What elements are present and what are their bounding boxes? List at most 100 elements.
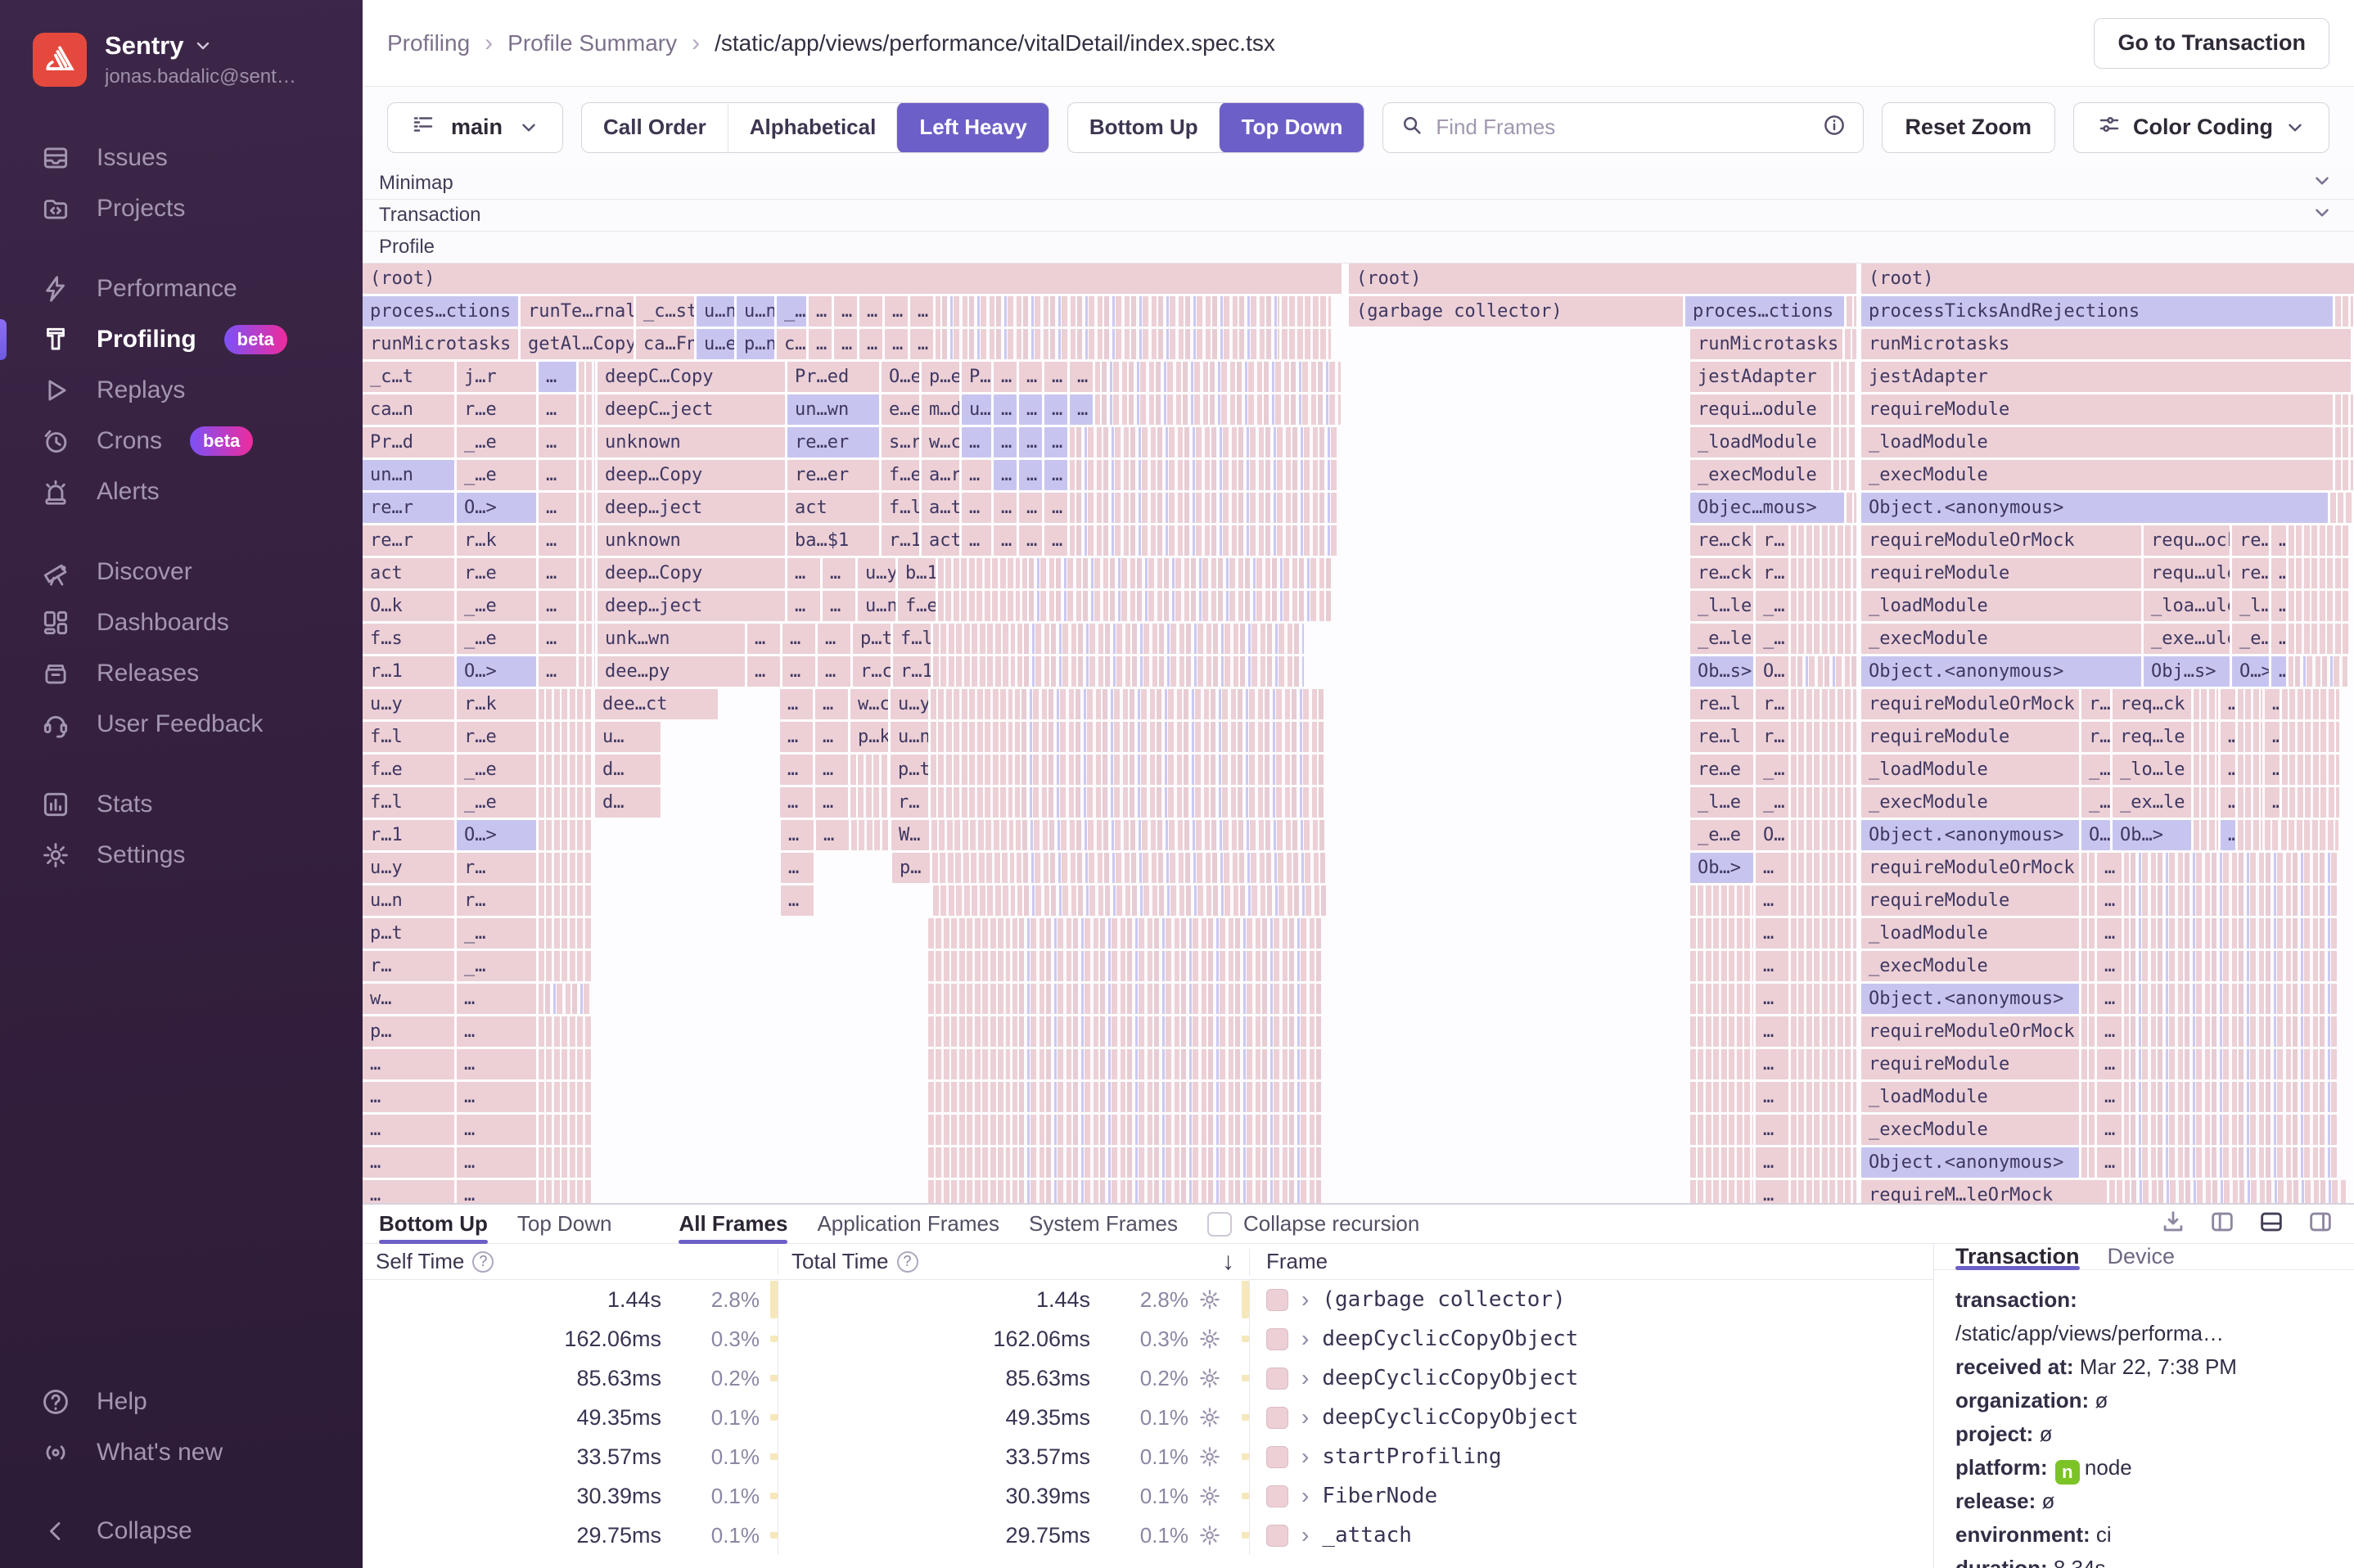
flame-frame[interactable]: … xyxy=(539,525,576,556)
flame-frame[interactable]: … xyxy=(2221,787,2235,818)
sidebar-item-releases[interactable]: Releases xyxy=(0,648,363,699)
flame-slivers[interactable] xyxy=(1016,820,1327,850)
flame-slivers[interactable] xyxy=(1070,493,1340,523)
flame-frame[interactable]: … xyxy=(457,1082,536,1112)
flame-frame[interactable]: _execModule xyxy=(1861,1115,2079,1145)
flame-slivers[interactable] xyxy=(2081,1115,2095,1145)
flame-frame[interactable]: requireModuleOrMock xyxy=(1861,853,2079,883)
flame-frame[interactable]: _c…st xyxy=(636,296,694,327)
flame-frame[interactable]: _loadModule xyxy=(1861,591,2141,621)
flame-frame[interactable]: … xyxy=(1044,362,1067,392)
flame-frame[interactable]: … xyxy=(2265,722,2280,752)
flame-slivers[interactable] xyxy=(1833,460,1856,490)
flame-slivers[interactable] xyxy=(2081,951,2095,981)
tab-top-down[interactable]: Top Down xyxy=(517,1205,612,1243)
flame-frame[interactable]: … xyxy=(815,787,848,818)
flame-slivers[interactable] xyxy=(1012,1016,1324,1047)
flame-frame[interactable]: w…c xyxy=(850,689,888,719)
flame-slivers[interactable] xyxy=(1791,1082,1856,1112)
flame-slivers[interactable] xyxy=(2194,722,2218,752)
flame-slivers[interactable] xyxy=(928,1049,1010,1079)
flame-frame[interactable]: … xyxy=(1756,1115,1788,1145)
flame-slivers[interactable] xyxy=(539,689,593,719)
flame-slivers[interactable] xyxy=(931,755,1012,785)
flame-frame[interactable]: r… xyxy=(1756,558,1788,588)
flame-frame[interactable]: Pr…ed xyxy=(787,362,879,392)
flame-slivers[interactable] xyxy=(938,558,1020,588)
flame-slivers[interactable] xyxy=(1791,787,1856,818)
flame-frame[interactable]: requ…ock xyxy=(2144,525,2230,556)
flame-slivers[interactable] xyxy=(1012,1082,1324,1112)
flame-slivers[interactable] xyxy=(2124,1147,2337,1178)
flame-slivers[interactable] xyxy=(2124,951,2337,981)
flame-frame[interactable]: … xyxy=(962,525,991,556)
flame-frame[interactable]: r… xyxy=(457,885,536,916)
flame-slivers[interactable] xyxy=(539,951,593,981)
flame-frame[interactable]: getAl…Copy xyxy=(521,329,634,359)
flame-slivers[interactable] xyxy=(2109,1180,2122,1203)
flame-frame[interactable]: f…l xyxy=(893,624,931,654)
tab-system-frames[interactable]: System Frames xyxy=(1029,1205,1178,1243)
sidebar-item-stats[interactable]: Stats xyxy=(0,779,363,830)
flame-slivers[interactable] xyxy=(1833,394,1856,425)
flame-slivers[interactable] xyxy=(1791,558,1856,588)
flame-frame[interactable]: _…e xyxy=(457,460,536,490)
flame-slivers[interactable] xyxy=(1690,918,1753,948)
flame-frame[interactable]: re…e xyxy=(1690,755,1753,785)
flame-frame[interactable]: requireModule xyxy=(1861,722,2079,752)
flame-frame[interactable]: u…n xyxy=(858,591,895,621)
flame-slivers[interactable] xyxy=(1690,1180,1753,1203)
flame-frame[interactable]: _…e xyxy=(457,427,536,457)
flame-slivers[interactable] xyxy=(2282,689,2339,719)
flame-slivers[interactable] xyxy=(2124,1082,2337,1112)
flame-frame[interactable]: O… xyxy=(1756,656,1788,687)
flame-frame[interactable]: Object.<anonymous> xyxy=(1861,984,2079,1014)
flame-frame[interactable]: … xyxy=(787,558,820,588)
flame-frame[interactable]: … xyxy=(994,362,1017,392)
flame-slivers[interactable] xyxy=(539,722,593,752)
flame-slivers[interactable] xyxy=(851,820,889,850)
flame-slivers[interactable] xyxy=(579,558,595,588)
flame-frame[interactable]: … xyxy=(780,722,813,752)
flame-slivers[interactable] xyxy=(1791,853,1856,883)
flame-frame[interactable]: runMicrotasks xyxy=(1690,329,1842,359)
flame-frame[interactable]: … xyxy=(457,1180,536,1203)
flame-frame[interactable]: … xyxy=(962,493,991,523)
flame-slivers[interactable] xyxy=(1791,918,1856,948)
flame-frame-root[interactable]: (root) xyxy=(363,264,1342,294)
flame-slivers[interactable] xyxy=(1690,984,1753,1014)
flame-slivers[interactable] xyxy=(1070,427,1340,457)
sort-left-heavy[interactable]: Left Heavy xyxy=(896,102,1049,153)
gear-icon[interactable] xyxy=(1188,1287,1231,1312)
flame-frame[interactable]: … xyxy=(1756,1180,1788,1203)
flame-frame[interactable]: _execModule xyxy=(1861,951,2079,981)
flame-frame[interactable]: Object.<anonymous> xyxy=(1861,493,2328,523)
flame-frame[interactable]: f…e xyxy=(363,755,454,785)
flame-frame[interactable]: … xyxy=(1756,853,1788,883)
flame-frame[interactable]: runTe…rnal xyxy=(521,296,634,327)
flame-frame[interactable]: requireModule xyxy=(1861,394,2333,425)
flame-slivers[interactable] xyxy=(850,787,888,818)
flame-slivers[interactable] xyxy=(928,1016,1010,1047)
flame-frame[interactable]: m…d xyxy=(922,394,959,425)
flame-frame[interactable]: … xyxy=(823,591,855,621)
flame-frame[interactable]: act xyxy=(363,558,454,588)
flame-frame[interactable]: r…1 xyxy=(363,820,454,850)
flame-frame[interactable]: … xyxy=(457,1147,536,1178)
flame-slivers[interactable] xyxy=(1015,755,1326,785)
gear-icon[interactable] xyxy=(1188,1327,1231,1351)
flame-frame[interactable]: … xyxy=(363,1049,454,1079)
flame-frame[interactable]: _execModule xyxy=(1690,460,1831,490)
flame-frame[interactable]: … xyxy=(363,1147,454,1178)
flame-slivers[interactable] xyxy=(1690,1082,1753,1112)
flame-frame[interactable]: _… xyxy=(2081,755,2110,785)
flame-slivers[interactable] xyxy=(539,1115,593,1145)
flame-frame[interactable]: … xyxy=(1019,427,1042,457)
flame-slivers[interactable] xyxy=(2081,1049,2095,1079)
expand-chevron-icon[interactable]: › xyxy=(1301,1286,1309,1313)
flame-frame[interactable]: f…s xyxy=(363,624,454,654)
flame-slivers[interactable] xyxy=(539,820,593,850)
flame-frame[interactable]: req…le xyxy=(2113,722,2191,752)
flame-frame[interactable]: … xyxy=(1756,918,1788,948)
flame-frame[interactable]: … xyxy=(816,820,849,850)
